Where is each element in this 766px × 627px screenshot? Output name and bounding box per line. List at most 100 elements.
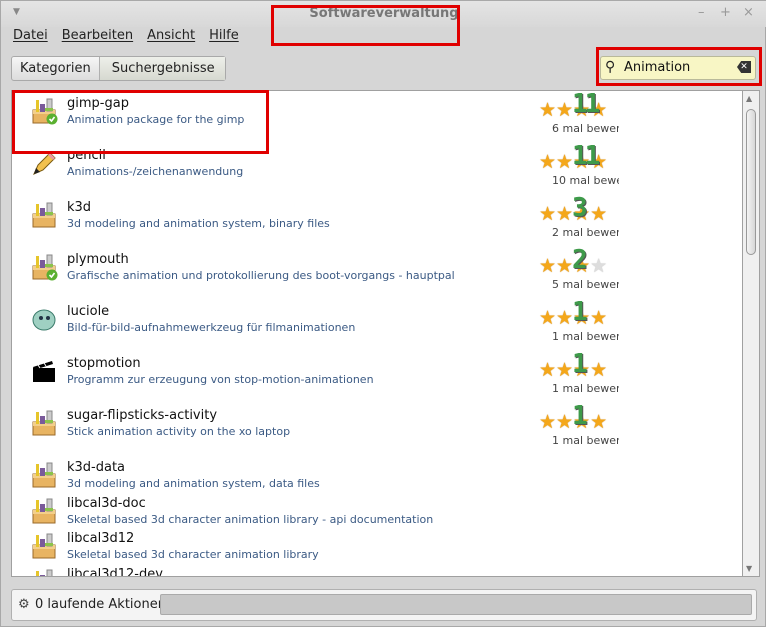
pencil-icon (30, 149, 58, 177)
package-description: Skeletal based 3d character animation li… (67, 548, 319, 561)
rating-count: 1 mal bewer (552, 434, 619, 447)
title-bar: ▼ Softwareverwaltung – + × (1, 1, 766, 27)
package-description: Programm zur erzeugung von stop-motion-a… (67, 373, 374, 386)
package-name: k3d-data (67, 460, 126, 475)
package-name: stopmotion (67, 356, 141, 371)
package-icon (30, 568, 58, 576)
package-description: Animations-/zeichenanwendung (67, 165, 244, 178)
package-icon (30, 409, 58, 437)
package-name: k3d (67, 200, 92, 215)
annotation-number: 11 (572, 90, 600, 119)
star-icon: ★ (590, 255, 608, 277)
maximize-icon[interactable]: + (720, 5, 731, 20)
list-item[interactable]: k3d-data 3d modeling and animation syste… (12, 455, 742, 491)
package-description: 3d modeling and animation system, binary… (67, 217, 330, 230)
scrollbar-thumb[interactable] (746, 109, 756, 255)
package-icon (30, 497, 58, 525)
list-item[interactable]: pencil Animations-/zeichenanwendung ★ ★ ★ ★ 1… (12, 141, 742, 195)
package-description: Stick animation activity on the xo lapto… (67, 425, 291, 438)
package-description: Grafische animation und protokollierung … (67, 269, 455, 282)
star-icon: ★ (556, 307, 574, 329)
annotation-number: 11 (572, 141, 600, 171)
progress-bar (160, 594, 752, 615)
package-name: gimp-gap (67, 96, 129, 111)
window-title: Softwareverwaltung (309, 6, 459, 21)
package-name: libcal3d12 (67, 531, 135, 546)
package-name: pencil (67, 148, 106, 163)
list-item[interactable]: k3d 3d modeling and animation system, bi… (12, 193, 742, 247)
list-item[interactable]: gimp-gap Animation package for the gimp ★… (12, 91, 742, 143)
list-item[interactable]: stopmotion Programm zur erzeugung von st… (12, 349, 742, 403)
menu-ansicht[interactable]: Ansicht (147, 28, 195, 43)
rating-count: 10 mal bewe (552, 174, 619, 187)
list-item[interactable]: libcal3d-doc Skeletal based 3d character… (12, 491, 742, 527)
star-icon: ★ (539, 203, 557, 225)
annotation-number: 1 (572, 401, 588, 431)
star-icon: ★ (539, 151, 557, 173)
star-icon: ★ (539, 359, 557, 381)
list-item[interactable]: plymouth Grafische animation und protoko… (12, 245, 742, 299)
package-description: Animation package for the gimp (67, 113, 245, 126)
gear-icon: ⚙ (18, 597, 30, 612)
annotation-number: 2 (572, 245, 588, 275)
package-installed-icon (30, 97, 58, 125)
menu-datei[interactable]: Datei (13, 28, 48, 43)
package-description: Bild-für-bild-aufnahmewerkzeug für filma… (67, 321, 356, 334)
package-description: Skeletal based 3d character animation li… (67, 512, 434, 526)
star-icon: ★ (590, 411, 608, 433)
menu-bar: Datei Bearbeiten Ansicht Hilfe (13, 28, 239, 43)
annotation-number: 1 (572, 297, 588, 327)
search-input[interactable]: ⚲ Animation ✕ (600, 56, 756, 80)
list-item[interactable]: sugar-flipsticks-activity Stick animatio… (12, 401, 742, 455)
annotation-number: 1 (572, 349, 588, 379)
status-text: 0 laufende Aktionen (35, 597, 166, 612)
scrollbar[interactable]: ▲ ▼ (743, 90, 760, 577)
star-icon: ★ (539, 99, 557, 121)
clapperboard-icon (30, 357, 58, 385)
breadcrumb-categories[interactable]: Kategorien (12, 57, 99, 80)
clear-search-icon[interactable]: ✕ (737, 61, 751, 73)
package-icon (30, 201, 58, 229)
menu-hilfe[interactable]: Hilfe (209, 28, 239, 43)
breadcrumb-results[interactable]: Suchergebnisse (98, 57, 225, 80)
breadcrumb: Kategorien Suchergebnisse (11, 56, 226, 81)
package-installed-icon (30, 253, 58, 281)
annotation-number: 3 (572, 193, 588, 223)
package-name: luciole (67, 304, 110, 319)
menu-bearbeiten[interactable]: Bearbeiten (62, 28, 133, 43)
package-icon (30, 532, 58, 560)
close-icon[interactable]: × (743, 5, 754, 20)
package-icon (30, 461, 58, 489)
luciole-icon (30, 305, 58, 333)
rating-count: 1 mal bewer (552, 330, 619, 343)
list-item[interactable]: libcal3d12-dev (12, 562, 742, 577)
minimize-icon[interactable]: – (698, 5, 705, 20)
star-icon: ★ (590, 203, 608, 225)
list-item[interactable]: luciole Bild-für-bild-aufnahmewerkzeug f… (12, 297, 742, 351)
scroll-down-icon[interactable]: ▼ (746, 564, 752, 573)
star-icon: ★ (556, 151, 574, 173)
package-name: libcal3d12-dev (67, 566, 163, 577)
package-name: plymouth (67, 252, 129, 267)
star-icon: ★ (539, 255, 557, 277)
list-item[interactable]: libcal3d12 Skeletal based 3d character a… (12, 526, 742, 562)
star-icon: ★ (556, 411, 574, 433)
search-icon: ⚲ (605, 59, 616, 75)
package-name: sugar-flipsticks-activity (67, 408, 218, 423)
scroll-up-icon[interactable]: ▲ (746, 94, 752, 103)
status-bar: ⚙ 0 laufende Aktionen (11, 589, 757, 621)
search-value: Animation (624, 60, 691, 75)
rating-count: 2 mal bewer (552, 226, 619, 239)
rating-count: 6 mal bewer (552, 122, 619, 135)
star-icon: ★ (590, 359, 608, 381)
package-list: gimp-gap Animation package for the gimp ★… (11, 90, 743, 577)
rating-count: 5 mal bewer (552, 278, 619, 291)
star-icon: ★ (556, 359, 574, 381)
star-icon: ★ (556, 99, 574, 121)
package-name: libcal3d-doc (67, 495, 146, 511)
star-icon: ★ (539, 307, 557, 329)
star-icon: ★ (539, 411, 557, 433)
star-icon: ★ (590, 307, 608, 329)
star-icon: ★ (556, 255, 574, 277)
star-icon: ★ (556, 203, 574, 225)
